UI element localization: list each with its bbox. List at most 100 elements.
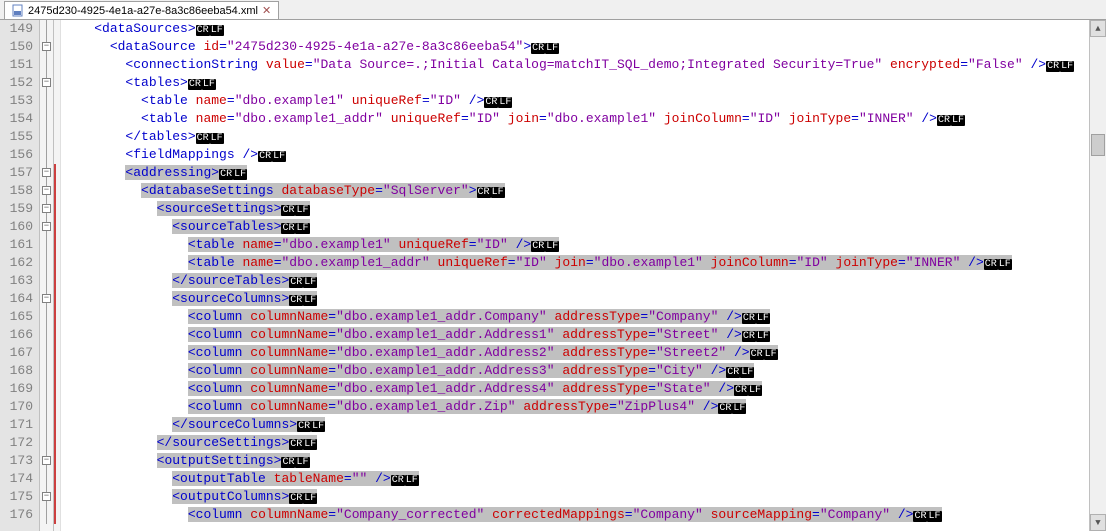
line-number: 160 — [6, 218, 33, 236]
fold-toggle-icon[interactable]: − — [42, 186, 51, 195]
code-line[interactable]: <sourceSettings>CRLF — [63, 200, 1089, 218]
change-marker — [54, 164, 56, 182]
crlf-marker: CR — [750, 349, 764, 360]
code-line[interactable]: <column columnName="Company_corrected" c… — [63, 506, 1089, 524]
crlf-marker: LF — [748, 385, 762, 396]
line-number-gutter: 1491501511521531541551561571581591601611… — [0, 20, 40, 531]
fold-toggle-icon[interactable]: − — [42, 78, 51, 87]
code-line[interactable]: <sourceTables>CRLF — [63, 218, 1089, 236]
crlf-marker: LF — [202, 79, 216, 90]
fold-toggle-icon[interactable]: − — [42, 492, 51, 501]
fold-cell — [40, 470, 53, 488]
line-number: 169 — [6, 380, 33, 398]
code-line[interactable]: <fieldMappings />CRLF — [63, 146, 1089, 164]
change-marker — [54, 272, 56, 290]
fold-toggle-icon[interactable]: − — [42, 168, 51, 177]
crlf-marker: LF — [545, 43, 559, 54]
line-number: 149 — [6, 20, 33, 38]
crlf-marker: LF — [210, 133, 224, 144]
code-line[interactable]: <table name="dbo.example1_addr" uniqueRe… — [63, 254, 1089, 272]
crlf-marker: CR — [289, 277, 303, 288]
code-line[interactable]: <dataSources>CRLF — [63, 20, 1089, 38]
fold-cell — [40, 308, 53, 326]
line-number: 156 — [6, 146, 33, 164]
line-number: 153 — [6, 92, 33, 110]
fold-cell — [40, 254, 53, 272]
crlf-marker: CR — [726, 367, 740, 378]
code-line[interactable]: <outputColumns>CRLF — [63, 488, 1089, 506]
line-number: 175 — [6, 488, 33, 506]
code-line[interactable]: <sourceColumns>CRLF — [63, 290, 1089, 308]
fold-toggle-icon[interactable]: − — [42, 456, 51, 465]
close-icon[interactable]: ✕ — [262, 6, 272, 16]
line-number: 168 — [6, 362, 33, 380]
code-line[interactable]: <column columnName="dbo.example1_addr.Zi… — [63, 398, 1089, 416]
change-marker — [54, 398, 56, 416]
code-line[interactable]: <table name="dbo.example1_addr" uniqueRe… — [63, 110, 1089, 128]
fold-cell — [40, 146, 53, 164]
code-area[interactable]: <dataSources>CRLF <dataSource id="2475d2… — [61, 20, 1089, 531]
change-marker-bar — [54, 20, 61, 531]
crlf-marker: CR — [913, 511, 927, 522]
fold-toggle-icon[interactable]: − — [42, 294, 51, 303]
change-marker — [54, 344, 56, 362]
line-number: 159 — [6, 200, 33, 218]
line-number: 172 — [6, 434, 33, 452]
fold-cell: − — [40, 74, 53, 92]
crlf-marker: LF — [740, 367, 754, 378]
crlf-marker: LF — [303, 439, 317, 450]
code-line[interactable]: </sourceColumns>CRLF — [63, 416, 1089, 434]
crlf-marker: LF — [998, 259, 1012, 270]
code-line[interactable]: </tables>CRLF — [63, 128, 1089, 146]
code-line[interactable]: <dataSource id="2475d230-4925-4e1a-a27e-… — [63, 38, 1089, 56]
line-number: 164 — [6, 290, 33, 308]
change-marker — [54, 416, 56, 434]
crlf-marker: LF — [303, 295, 317, 306]
code-line[interactable]: </sourceTables>CRLF — [63, 272, 1089, 290]
change-marker — [54, 236, 56, 254]
fold-cell — [40, 92, 53, 110]
code-line[interactable]: <outputTable tableName="" />CRLF — [63, 470, 1089, 488]
vertical-scrollbar[interactable]: ▲ ▼ — [1089, 20, 1106, 531]
code-line[interactable]: <column columnName="dbo.example1_addr.Ad… — [63, 326, 1089, 344]
file-tab[interactable]: 2475d230-4925-4e1a-a27e-8a3c86eeba54.xml… — [4, 1, 279, 19]
crlf-marker: CR — [219, 169, 233, 180]
code-line[interactable]: </sourceSettings>CRLF — [63, 434, 1089, 452]
change-marker — [54, 362, 56, 380]
code-line[interactable]: <column columnName="dbo.example1_addr.Ad… — [63, 362, 1089, 380]
code-line[interactable]: <table name="dbo.example1" uniqueRef="ID… — [63, 236, 1089, 254]
change-marker — [54, 470, 56, 488]
fold-cell — [40, 56, 53, 74]
crlf-marker: CR — [188, 79, 202, 90]
fold-toggle-icon[interactable]: − — [42, 204, 51, 213]
crlf-marker: CR — [1046, 61, 1060, 72]
code-line[interactable]: <addressing>CRLF — [63, 164, 1089, 182]
scroll-down-button[interactable]: ▼ — [1090, 514, 1106, 531]
line-number: 166 — [6, 326, 33, 344]
fold-toggle-icon[interactable]: − — [42, 222, 51, 231]
line-number: 162 — [6, 254, 33, 272]
crlf-marker: LF — [1060, 61, 1074, 72]
code-line[interactable]: <outputSettings>CRLF — [63, 452, 1089, 470]
code-line[interactable]: <connectionString value="Data Source=.;I… — [63, 56, 1089, 74]
crlf-marker: LF — [927, 511, 941, 522]
code-line[interactable]: <databaseSettings databaseType="SqlServe… — [63, 182, 1089, 200]
crlf-marker: CR — [297, 421, 311, 432]
code-line[interactable]: <table name="dbo.example1" uniqueRef="ID… — [63, 92, 1089, 110]
line-number: 174 — [6, 470, 33, 488]
change-marker — [54, 182, 56, 200]
code-line[interactable]: <column columnName="dbo.example1_addr.Co… — [63, 308, 1089, 326]
code-line[interactable]: <tables>CRLF — [63, 74, 1089, 92]
code-line[interactable]: <column columnName="dbo.example1_addr.Ad… — [63, 380, 1089, 398]
crlf-marker: CR — [281, 223, 295, 234]
line-number: 152 — [6, 74, 33, 92]
code-line[interactable]: <column columnName="dbo.example1_addr.Ad… — [63, 344, 1089, 362]
fold-cell: − — [40, 290, 53, 308]
scroll-thumb[interactable] — [1091, 134, 1105, 156]
fold-toggle-icon[interactable]: − — [42, 42, 51, 51]
scroll-up-button[interactable]: ▲ — [1090, 20, 1106, 37]
crlf-marker: LF — [210, 25, 224, 36]
fold-cell — [40, 434, 53, 452]
fold-cell: − — [40, 488, 53, 506]
crlf-marker: CR — [196, 133, 210, 144]
